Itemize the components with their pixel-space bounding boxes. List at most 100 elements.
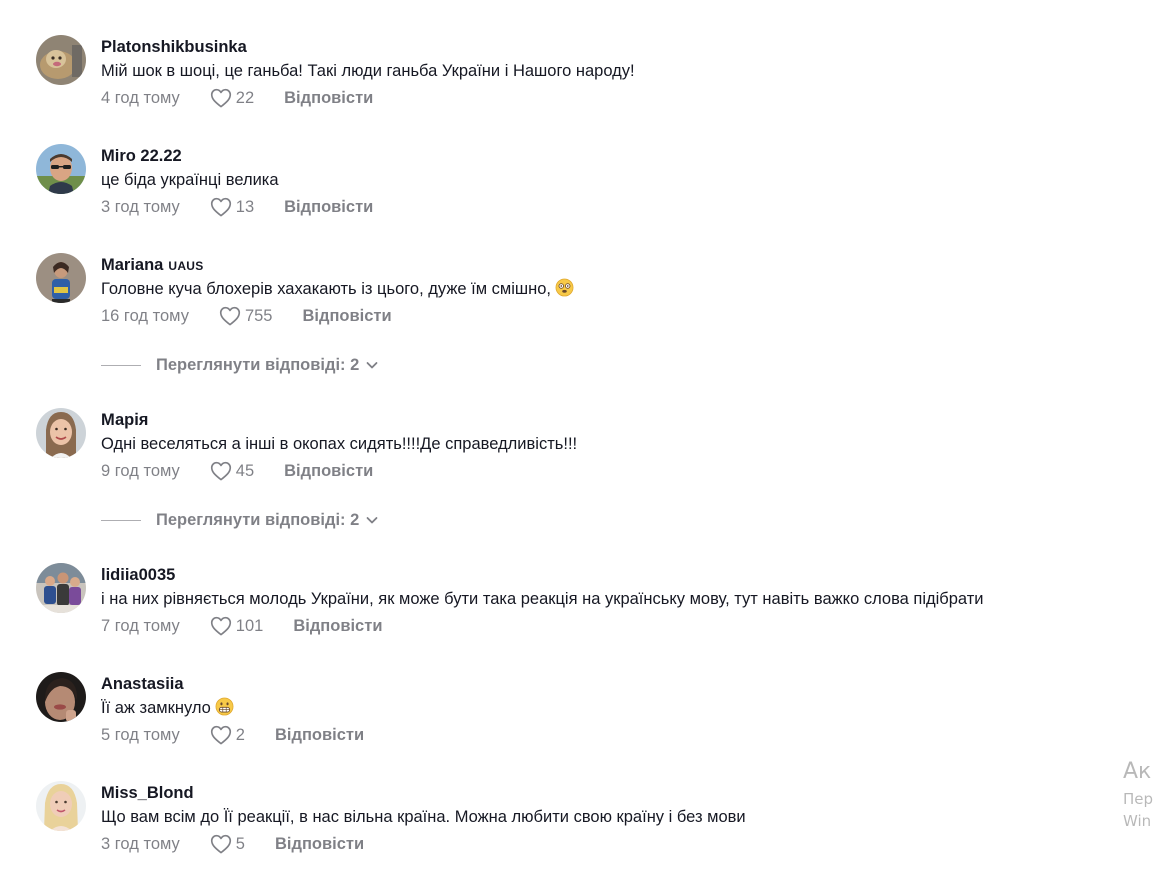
chevron-down-icon: [366, 517, 378, 524]
comment-item: Anastasiia Її аж замкнуло 5 год тому 2 В…: [0, 672, 1100, 752]
comment-time: 5 год тому: [101, 726, 180, 744]
author-line: Mariana UAUS: [101, 253, 1100, 277]
like-button[interactable]: 2: [210, 722, 245, 748]
avatar[interactable]: [36, 672, 86, 722]
comment-text: це біда українці велика: [101, 171, 279, 189]
activation-line-1: Пер: [1123, 790, 1154, 808]
heart-outline-icon: [210, 197, 231, 217]
view-replies-button[interactable]: Переглянути відповіді: 2: [101, 508, 379, 532]
like-count: 755: [244, 307, 273, 325]
comment-text-line: Одні веселяться а інші в окопах сидять!!…: [101, 432, 1100, 458]
comment-time: 16 год тому: [101, 307, 189, 325]
reply-button[interactable]: Відповісти: [284, 458, 373, 484]
avatar[interactable]: [36, 781, 86, 831]
like-count: 101: [235, 617, 264, 635]
avatar-blonde-woman-icon: [36, 781, 86, 831]
comment-body: Anastasiia Її аж замкнуло 5 год тому 2 В…: [101, 672, 1100, 748]
like-button[interactable]: 13: [210, 194, 254, 220]
reply-button[interactable]: Відповісти: [302, 303, 391, 329]
view-replies-label: Переглянути відповіді: 2: [156, 355, 360, 374]
author-tag: UAUS: [168, 259, 204, 273]
like-count: 45: [235, 462, 255, 480]
comment-item: lidiia0035 і на них рівняється молодь Ук…: [0, 563, 1100, 643]
like-button[interactable]: 101: [210, 613, 264, 639]
activation-watermark: Ак Пер Win: [1123, 756, 1153, 832]
activation-line-2: Win: [1123, 812, 1152, 830]
comment-item: Марія Одні веселяться а інші в окопах си…: [0, 408, 1100, 488]
comment-time: 4 год тому: [101, 89, 180, 107]
like-button[interactable]: 45: [210, 458, 254, 484]
comment-body: lidiia0035 і на них рівняється молодь Ук…: [101, 563, 1100, 639]
author-line: lidiia0035: [101, 563, 1100, 587]
like-count: 22: [235, 89, 255, 107]
like-button[interactable]: 755: [219, 303, 273, 329]
comment-author[interactable]: Mariana: [101, 256, 163, 274]
view-replies-divider: [101, 519, 141, 521]
reply-button[interactable]: Відповісти: [284, 194, 373, 220]
view-replies-button[interactable]: Переглянути відповіді: 2: [101, 353, 379, 377]
comment-text: Що вам всім до Її реакції, в нас вільна …: [101, 808, 746, 826]
avatar-woman-blue-icon: [36, 253, 86, 303]
heart-outline-icon: [219, 306, 241, 326]
comment-text-line: Її аж замкнуло: [101, 696, 1100, 722]
like-count: 13: [235, 198, 255, 216]
heart-outline-icon: [210, 725, 231, 745]
like-count: 5: [235, 835, 245, 853]
comment-body: Miss_Blond Що вам всім до Її реакції, в …: [101, 781, 1100, 857]
comment-text: Одні веселяться а інші в окопах сидять!!…: [101, 435, 578, 453]
heart-outline-icon: [210, 461, 231, 481]
comment-meta: 3 год тому 13 Відповісти: [101, 194, 1100, 220]
comment-body: Miro 22.22 це біда українці велика 3 год…: [101, 144, 1100, 220]
avatar-group-photo-icon: [36, 563, 86, 613]
comment-author[interactable]: Марія: [101, 411, 148, 429]
heart-outline-icon: [210, 88, 231, 108]
comment-time: 3 год тому: [101, 198, 180, 216]
avatar-gold-figure-icon: [36, 35, 86, 85]
comment-item: Miro 22.22 це біда українці велика 3 год…: [0, 144, 1100, 224]
chevron-down-icon: [366, 362, 378, 369]
comment-time: 9 год тому: [101, 462, 180, 480]
comment-text-line: Головне куча блохерів хахакають із цього…: [101, 277, 1100, 303]
author-line: Miro 22.22: [101, 144, 1100, 168]
comment-author[interactable]: Miss_Blond: [101, 784, 194, 802]
comment-text: Мій шок в шоці, це ганьба! Такі люди ган…: [101, 62, 635, 80]
avatar[interactable]: [36, 563, 86, 613]
comment-author[interactable]: Miro 22.22: [101, 147, 182, 165]
comment-author[interactable]: lidiia0035: [101, 566, 175, 584]
avatar-man-sunglasses-icon: [36, 144, 86, 194]
view-replies-divider: [101, 364, 141, 366]
avatar-dark-portrait-icon: [36, 672, 86, 722]
grimacing-face-icon: [215, 697, 234, 716]
author-line: Platonshikbusinka: [101, 35, 1100, 59]
heart-outline-icon: [210, 834, 231, 854]
reply-button[interactable]: Відповісти: [293, 613, 382, 639]
reply-button[interactable]: Відповісти: [284, 85, 373, 111]
comment-meta: 3 год тому 5 Відповісти: [101, 831, 1100, 857]
avatar[interactable]: [36, 35, 86, 85]
comment-author[interactable]: Anastasiia: [101, 675, 184, 693]
like-count: 2: [235, 726, 245, 744]
comment-body: Mariana UAUS Головне куча блохерів хахака…: [101, 253, 1100, 329]
comment-text: і на них рівняється молодь України, як м…: [101, 590, 984, 608]
avatar[interactable]: [36, 253, 86, 303]
like-button[interactable]: 5: [210, 831, 245, 857]
reply-button[interactable]: Відповісти: [275, 831, 364, 857]
heart-outline-icon: [210, 616, 231, 636]
comment-meta: 9 год тому 45 Відповісти: [101, 458, 1100, 484]
comment-meta: 7 год тому 101 Відповісти: [101, 613, 1100, 639]
comment-list: Platonshikbusinka Мій шок в шоці, це ган…: [0, 0, 1155, 883]
avatar[interactable]: [36, 408, 86, 458]
comment-item: Platonshikbusinka Мій шок в шоці, це ган…: [0, 35, 1100, 115]
avatar-woman-smiling-icon: [36, 408, 86, 458]
comment-author[interactable]: Platonshikbusinka: [101, 38, 247, 56]
activation-title: Ак: [1123, 759, 1152, 784]
view-replies-label: Переглянути відповіді: 2: [156, 510, 360, 529]
comment-text-line: Мій шок в шоці, це ганьба! Такі люди ган…: [101, 59, 1100, 85]
like-button[interactable]: 22: [210, 85, 254, 111]
avatar[interactable]: [36, 144, 86, 194]
reply-button[interactable]: Відповісти: [275, 722, 364, 748]
comment-time: 3 год тому: [101, 835, 180, 853]
comment-text: Її аж замкнуло: [101, 699, 211, 717]
comment-item: Miss_Blond Що вам всім до Її реакції, в …: [0, 781, 1100, 861]
comment-text-line: це біда українці велика: [101, 168, 1100, 194]
